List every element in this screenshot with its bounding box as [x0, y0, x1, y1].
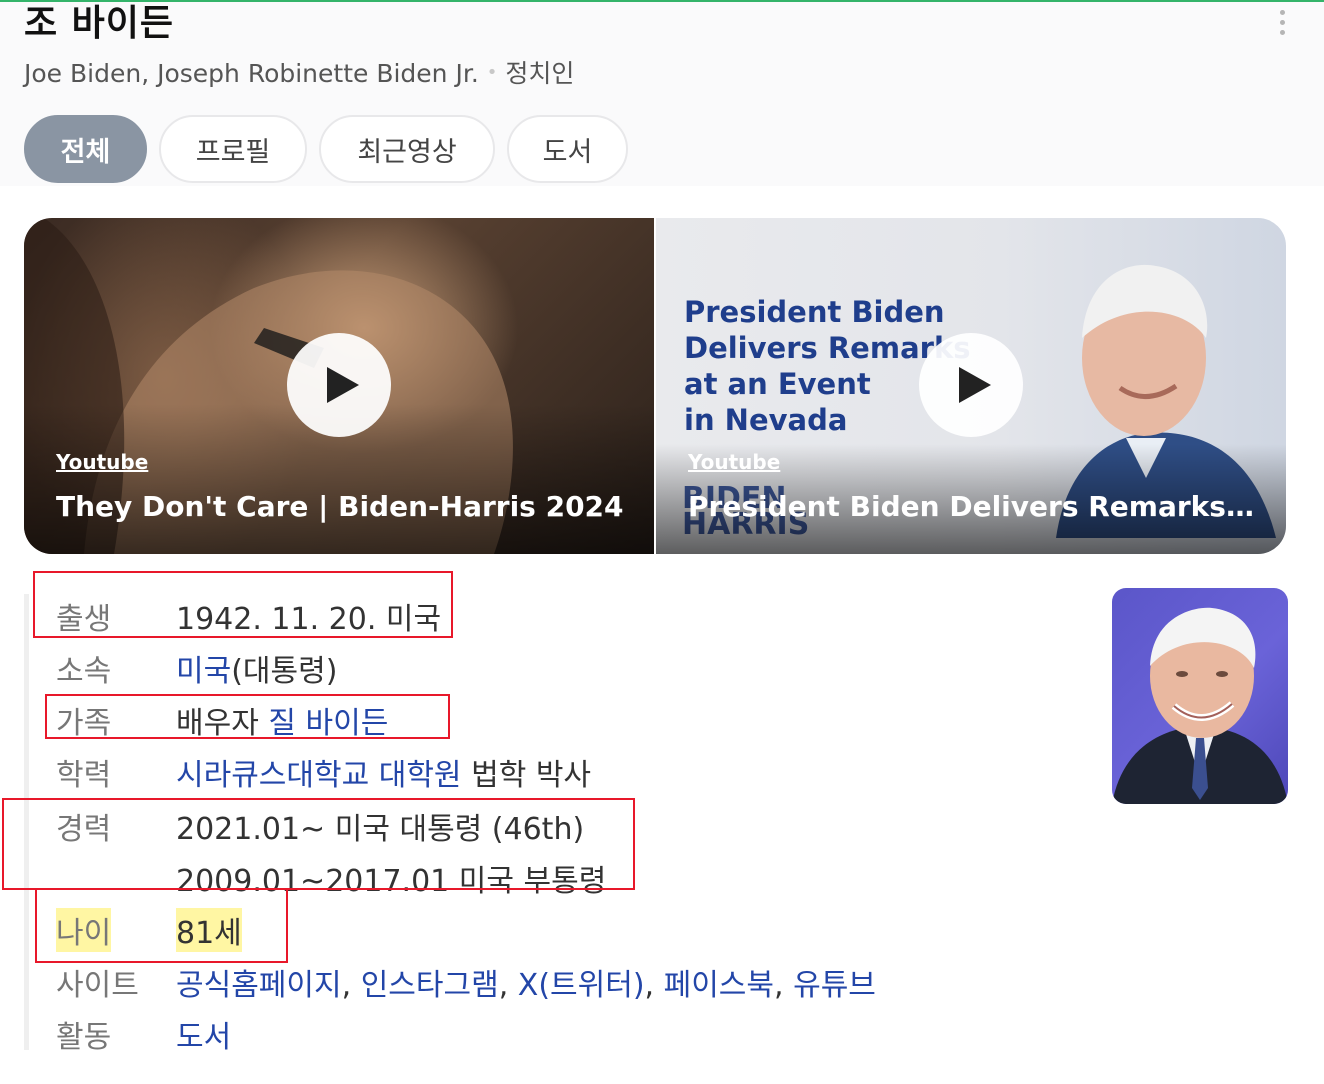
sites-separator: ,	[774, 968, 794, 1003]
video-title-1[interactable]: They Don't Care | Biden-Harris 2024	[56, 490, 631, 523]
play-icon	[959, 367, 991, 403]
label-sites: 사이트	[56, 968, 139, 1003]
subtitle: Joe Biden, Joseph Robinette Biden Jr. • 정치…	[24, 54, 574, 90]
link-facebook[interactable]: 페이스북	[664, 968, 774, 1003]
link-instagram[interactable]: 인스타그램	[361, 968, 499, 1003]
video-card-1[interactable]: Youtube They Don't Care | Biden-Harris 2…	[24, 218, 654, 554]
video-source-1[interactable]: Youtube	[56, 450, 148, 474]
page-title: 조 바이든	[24, 3, 175, 44]
link-official-site[interactable]: 공식홈페이지	[176, 968, 342, 1003]
value-sites: 공식홈페이지, 인스타그램, X(트위터), 페이스북, 유튜브	[176, 960, 876, 1004]
tab-profile[interactable]: 프로필	[159, 115, 307, 183]
link-twitter[interactable]: X(트위터)	[518, 968, 645, 1003]
label-education: 학력	[56, 758, 112, 793]
play-button-1[interactable]	[287, 333, 391, 437]
label-affiliation: 소속	[56, 654, 112, 689]
value-activity: 도서	[176, 1012, 231, 1056]
video-source-2[interactable]: Youtube	[688, 450, 780, 474]
tab-bar: 전체 프로필 최근영상 도서	[24, 115, 640, 183]
sites-separator: ,	[498, 968, 518, 1003]
annotation-box-age	[35, 888, 288, 963]
separator-dot: •	[486, 62, 498, 83]
value-education: 시라큐스대학교 대학원 법학 박사	[176, 750, 591, 794]
link-youtube[interactable]: 유튜브	[793, 968, 876, 1003]
play-icon	[327, 367, 359, 403]
video-card-2[interactable]: President Biden Delivers Remarks at an Eve…	[656, 218, 1286, 554]
education-suffix: 법학 박사	[471, 758, 592, 793]
link-activity-books[interactable]: 도서	[176, 1020, 231, 1055]
annotation-box-family	[45, 694, 450, 739]
annotation-box-birth	[33, 571, 453, 638]
sites-separator: ,	[644, 968, 664, 1003]
video-title-2[interactable]: President Biden Delivers Remarks at an..…	[688, 490, 1263, 523]
tab-all[interactable]: 전체	[24, 115, 147, 183]
tab-books[interactable]: 도서	[507, 115, 628, 183]
play-button-2[interactable]	[919, 333, 1023, 437]
annotation-box-career	[2, 798, 635, 890]
more-options-icon[interactable]	[1276, 10, 1288, 40]
alt-names: Joe Biden, Joseph Robinette Biden Jr.	[24, 59, 479, 88]
affiliation-suffix: (대통령)	[231, 654, 338, 689]
tab-recent-videos[interactable]: 최근영상	[319, 115, 495, 183]
value-affiliation: 미국(대통령)	[176, 646, 337, 690]
label-activity: 활동	[56, 1020, 112, 1055]
link-affiliation[interactable]: 미국	[176, 654, 231, 689]
portrait-image	[1112, 607, 1288, 804]
category-label: 정치인	[505, 59, 575, 88]
sites-separator: ,	[341, 968, 361, 1003]
profile-portrait[interactable]	[1112, 588, 1288, 804]
link-education[interactable]: 시라큐스대학교 대학원	[176, 758, 462, 793]
